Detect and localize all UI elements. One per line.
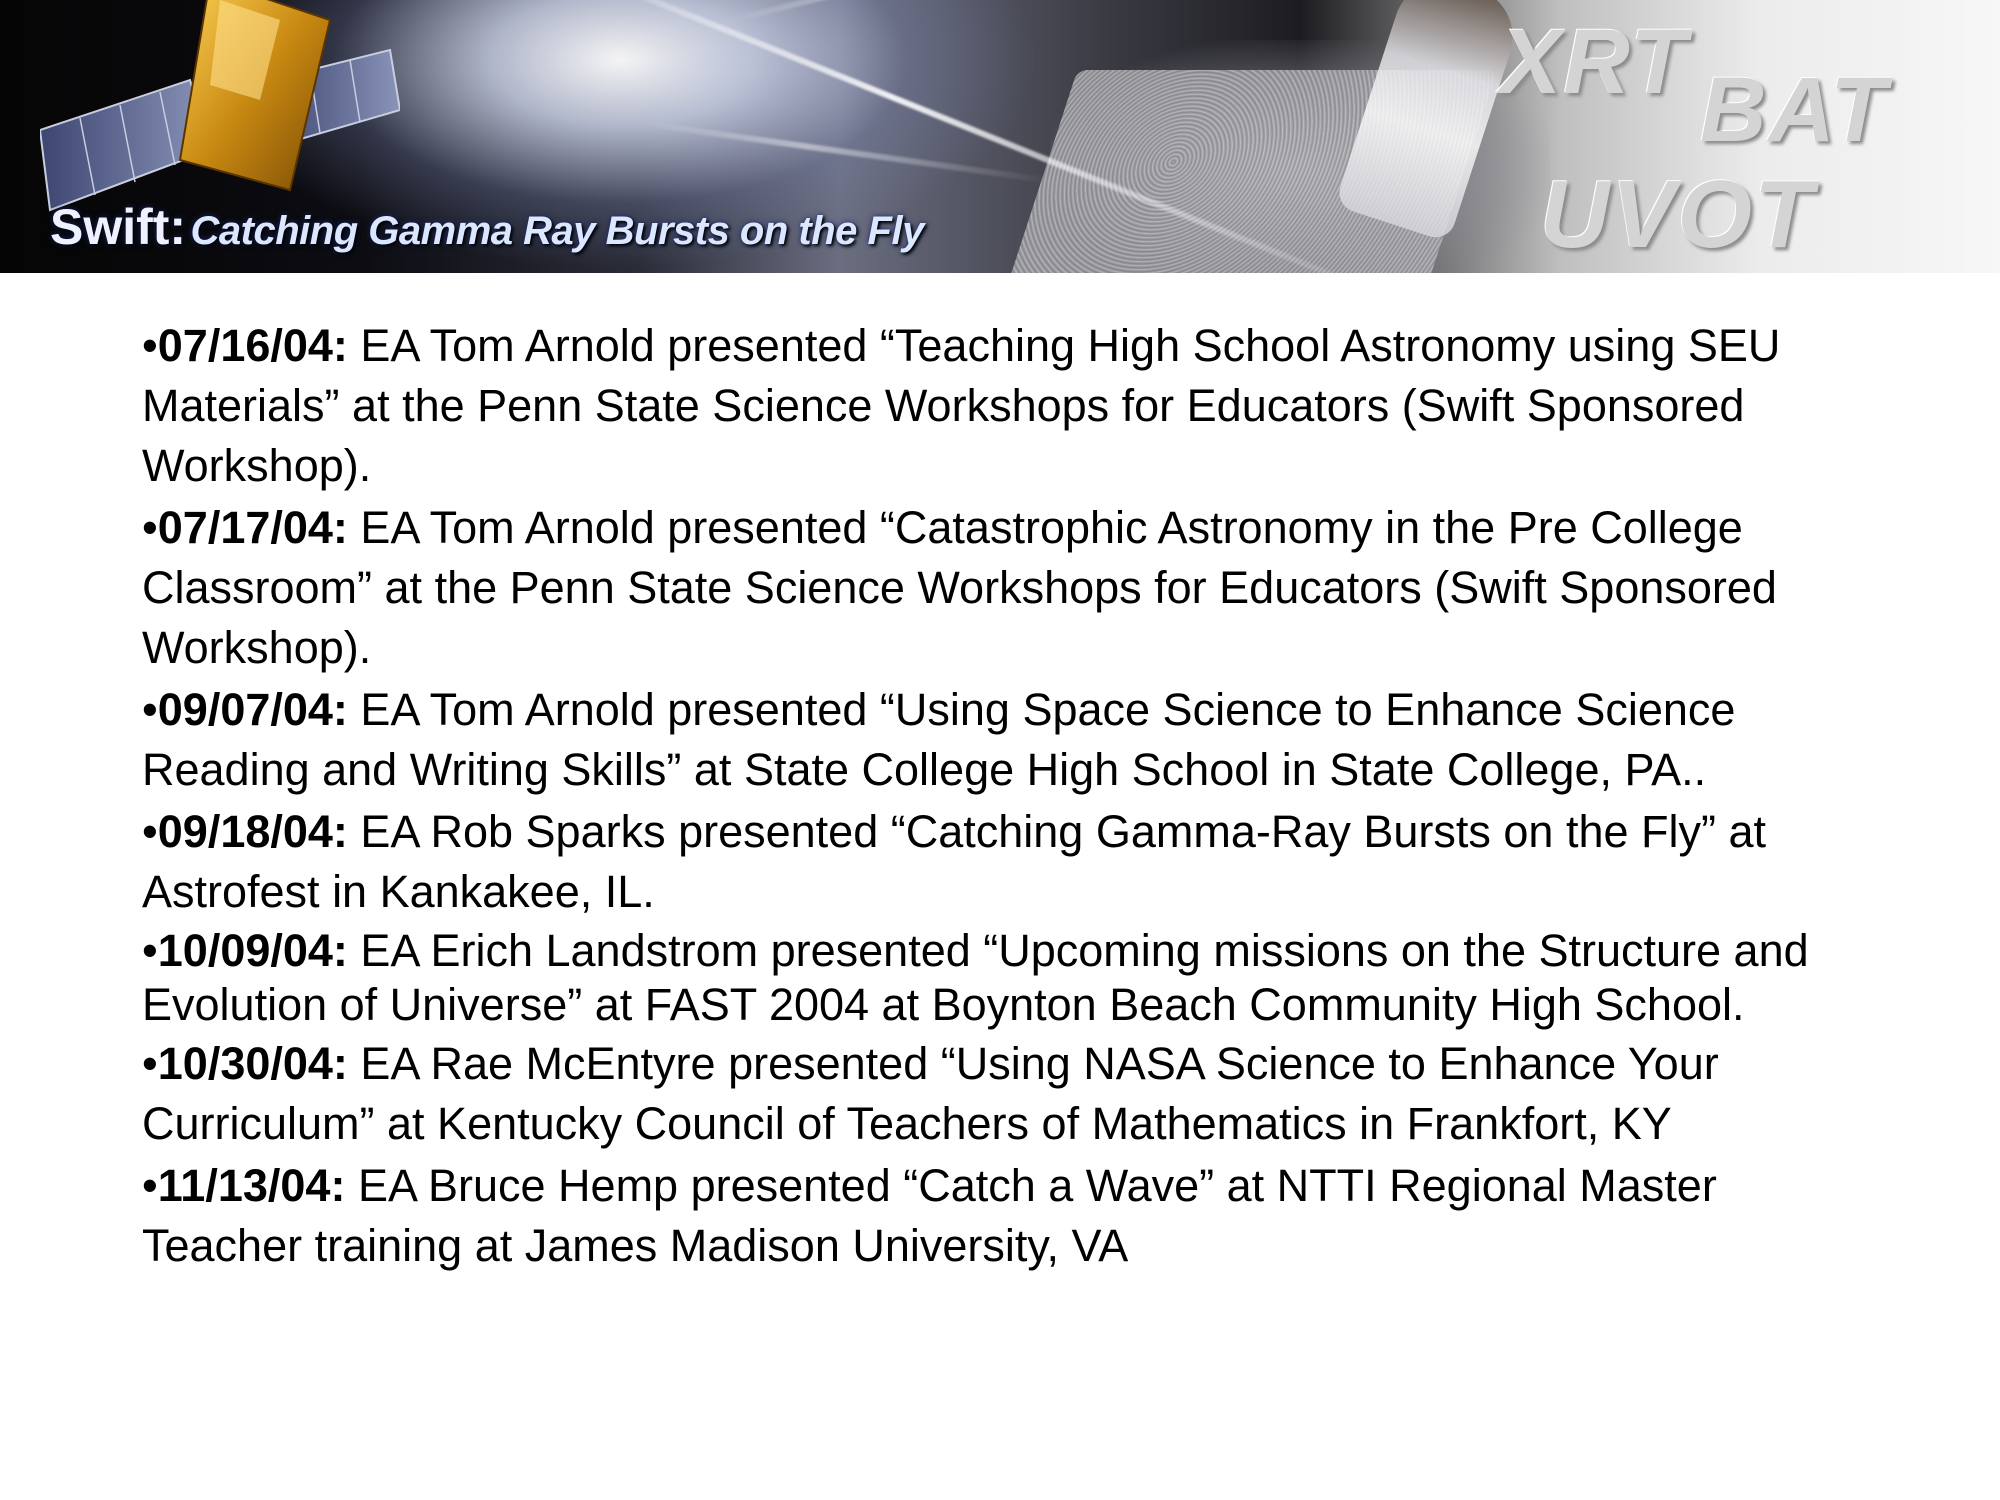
list-item: •11/13/04: EA Bruce Hemp presented “Catc… bbox=[142, 1156, 1862, 1276]
bullet: • bbox=[142, 1038, 158, 1089]
event-text: EA Rob Sparks presented “Catching Gamma-… bbox=[142, 806, 1767, 917]
lightning-streak bbox=[639, 120, 1057, 185]
list-item: •07/16/04: EA Tom Arnold presented “Teac… bbox=[142, 316, 1862, 496]
list-item: •09/07/04: EA Tom Arnold presented “Usin… bbox=[142, 680, 1862, 800]
event-text: EA Erich Landstrom presented “Upcoming m… bbox=[142, 925, 1809, 1030]
event-date: 07/17/04: bbox=[157, 502, 348, 553]
event-text: EA Rae McEntyre presented “Using NASA Sc… bbox=[142, 1038, 1719, 1149]
instrument-label-bat: BAT bbox=[1700, 59, 1889, 161]
bullet: • bbox=[142, 684, 158, 735]
bullet: • bbox=[142, 1160, 158, 1211]
event-date: 10/30/04: bbox=[157, 1038, 348, 1089]
event-date: 09/18/04: bbox=[157, 806, 348, 857]
event-text: EA Tom Arnold presented “Teaching High S… bbox=[142, 320, 1781, 491]
banner-title: Swift: Catching Gamma Ray Bursts on the … bbox=[50, 198, 924, 256]
list-item: •07/17/04: EA Tom Arnold presented “Cata… bbox=[142, 498, 1862, 678]
list-item: •10/09/04: EA Erich Landstrom presented … bbox=[142, 924, 1862, 1032]
event-date: 11/13/04: bbox=[157, 1160, 346, 1211]
banner-title-prefix: Swift: bbox=[50, 199, 187, 255]
banner: XRT BAT UVOT Swift: Catching Gamma Ray B… bbox=[0, 0, 2000, 273]
instrument-label-xrt: XRT bbox=[1500, 11, 1689, 113]
instrument-label-uvot: UVOT bbox=[1540, 161, 1815, 268]
lightning-streak bbox=[719, 0, 1303, 26]
events-list: •07/16/04: EA Tom Arnold presented “Teac… bbox=[142, 316, 1862, 1278]
bullet: • bbox=[142, 806, 158, 857]
event-date: 07/16/04: bbox=[157, 320, 348, 371]
bullet: • bbox=[142, 320, 158, 371]
list-item: •09/18/04: EA Rob Sparks presented “Catc… bbox=[142, 802, 1862, 922]
banner-title-tagline: Catching Gamma Ray Bursts on the Fly bbox=[190, 209, 925, 253]
bullet: • bbox=[142, 502, 158, 553]
bullet: • bbox=[142, 925, 158, 976]
event-date: 09/07/04: bbox=[157, 684, 348, 735]
event-date: 10/09/04: bbox=[157, 925, 348, 976]
event-text: EA Bruce Hemp presented “Catch a Wave” a… bbox=[142, 1160, 1717, 1271]
event-text: EA Tom Arnold presented “Catastrophic As… bbox=[142, 502, 1777, 673]
list-item: •10/30/04: EA Rae McEntyre presented “Us… bbox=[142, 1034, 1862, 1154]
event-text: EA Tom Arnold presented “Using Space Sci… bbox=[142, 684, 1736, 795]
